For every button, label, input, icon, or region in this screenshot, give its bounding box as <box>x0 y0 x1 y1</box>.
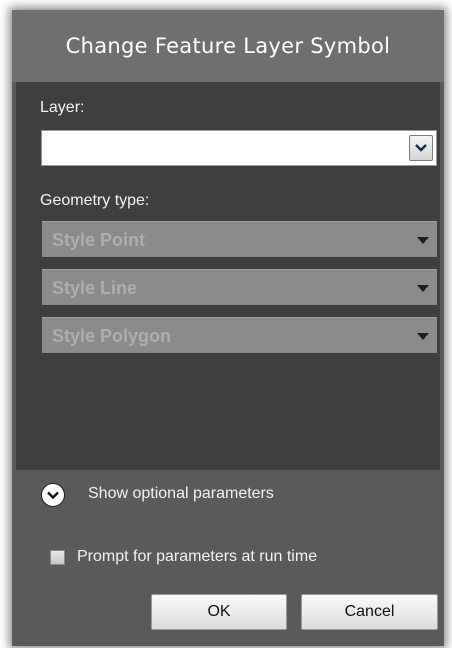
layer-combobox[interactable] <box>41 130 437 166</box>
style-line-text: Style Line <box>52 278 138 298</box>
dialog-title: Change Feature Layer Symbol <box>12 10 444 82</box>
style-polygon-text: Style Polygon <box>52 326 172 346</box>
style-point-select: Style Point <box>42 221 437 257</box>
layer-dropdown-button[interactable] <box>409 135 433 161</box>
prompt-checkbox[interactable] <box>50 550 65 565</box>
dropdown-arrow-icon <box>417 333 429 340</box>
cancel-button[interactable]: Cancel <box>301 594 438 630</box>
ok-button[interactable]: OK <box>151 594 287 630</box>
dropdown-arrow-icon <box>417 237 429 244</box>
dropdown-arrow-icon <box>417 285 429 292</box>
style-line-select: Style Line <box>42 269 437 305</box>
geometry-type-label: Geometry type: <box>40 192 150 209</box>
prompt-label: Prompt for parameters at run time <box>77 548 318 565</box>
expand-optional-button[interactable] <box>41 483 65 507</box>
show-optional-parameters-link[interactable]: Show optional parameters <box>88 485 274 503</box>
style-polygon-select: Style Polygon <box>42 317 437 353</box>
layer-label: Layer: <box>40 99 85 116</box>
style-point-text: Style Point <box>52 230 146 250</box>
